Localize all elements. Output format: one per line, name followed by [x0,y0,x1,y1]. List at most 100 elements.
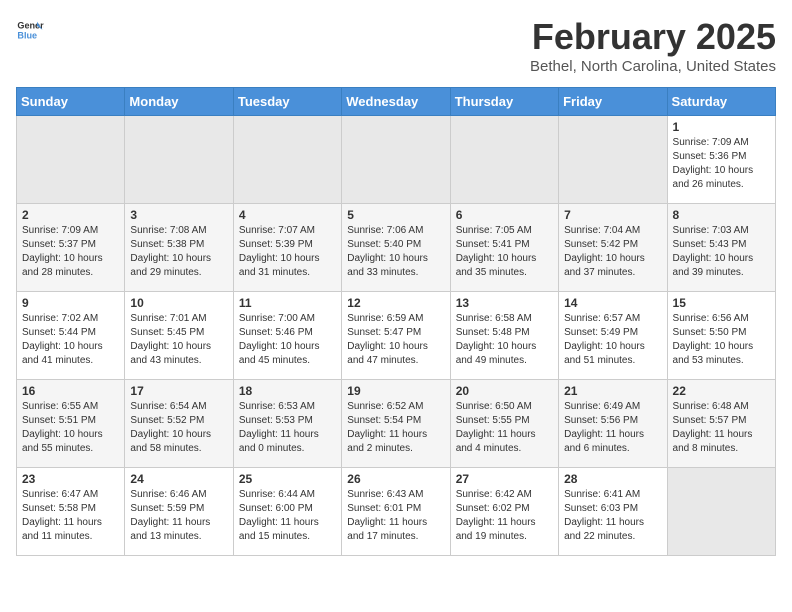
header: General Blue February 2025 Bethel, North… [16,16,776,75]
day-info: Sunrise: 6:44 AM Sunset: 6:00 PM Dayligh… [239,488,336,544]
calendar-cell: 28Sunrise: 6:41 AM Sunset: 6:03 PM Dayli… [559,468,667,556]
calendar-cell [233,116,341,204]
calendar-cell: 6 Sunrise: 7:05 AM Sunset: 5:41 PM Daylig… [450,204,558,292]
calendar-cell: 11 Sunrise: 7:00 AM Sunset: 5:46 PM Dayli… [233,292,341,380]
day-info: Sunrise: 6:55 AM Sunset: 5:51 PM Dayligh… [22,400,119,456]
calendar-cell [450,116,558,204]
day-info: Sunrise: 6:52 AM Sunset: 5:54 PM Dayligh… [347,400,444,456]
calendar-cell: 10 Sunrise: 7:01 AM Sunset: 5:45 PM Dayli… [125,292,233,380]
day-info: Sunrise: 7:06 AM Sunset: 5:40 PM Dayligh… [347,224,444,280]
day-number: 12 [347,296,444,310]
day-number: 7 [564,208,661,222]
calendar-week-4: 16 Sunrise: 6:55 AM Sunset: 5:51 PM Dayli… [17,380,776,468]
day-number: 13 [456,296,553,310]
day-number: 15 [673,296,770,310]
calendar-week-2: 2 Sunrise: 7:09 AM Sunset: 5:37 PM Daylig… [17,204,776,292]
weekday-header-wednesday: Wednesday [342,88,450,116]
calendar-cell: 7 Sunrise: 7:04 AM Sunset: 5:42 PM Daylig… [559,204,667,292]
day-number: 25 [239,472,336,486]
day-info: Sunrise: 6:58 AM Sunset: 5:48 PM Dayligh… [456,312,553,368]
location-title: Bethel, North Carolina, United States [530,58,776,75]
day-info: Sunrise: 6:57 AM Sunset: 5:49 PM Dayligh… [564,312,661,368]
day-number: 3 [130,208,227,222]
weekday-header-sunday: Sunday [17,88,125,116]
day-info: Sunrise: 7:08 AM Sunset: 5:38 PM Dayligh… [130,224,227,280]
day-number: 6 [456,208,553,222]
calendar-cell: 3 Sunrise: 7:08 AM Sunset: 5:38 PM Daylig… [125,204,233,292]
calendar-cell: 23Sunrise: 6:47 AM Sunset: 5:58 PM Dayli… [17,468,125,556]
day-number: 22 [673,384,770,398]
calendar-cell: 21 Sunrise: 6:49 AM Sunset: 5:56 PM Dayli… [559,380,667,468]
day-info: Sunrise: 6:50 AM Sunset: 5:55 PM Dayligh… [456,400,553,456]
day-number: 14 [564,296,661,310]
weekday-header-saturday: Saturday [667,88,775,116]
weekday-header-monday: Monday [125,88,233,116]
day-number: 21 [564,384,661,398]
calendar-cell: 22Sunrise: 6:48 AM Sunset: 5:57 PM Dayli… [667,380,775,468]
day-number: 10 [130,296,227,310]
weekday-header-thursday: Thursday [450,88,558,116]
calendar-cell: 5 Sunrise: 7:06 AM Sunset: 5:40 PM Daylig… [342,204,450,292]
day-info: Sunrise: 7:09 AM Sunset: 5:36 PM Dayligh… [673,136,770,192]
weekday-header-tuesday: Tuesday [233,88,341,116]
day-number: 16 [22,384,119,398]
day-info: Sunrise: 7:02 AM Sunset: 5:44 PM Dayligh… [22,312,119,368]
calendar-cell: 20Sunrise: 6:50 AM Sunset: 5:55 PM Dayli… [450,380,558,468]
day-info: Sunrise: 6:43 AM Sunset: 6:01 PM Dayligh… [347,488,444,544]
logo-icon: General Blue [16,16,44,44]
day-number: 5 [347,208,444,222]
day-number: 26 [347,472,444,486]
calendar-cell: 1 Sunrise: 7:09 AM Sunset: 5:36 PM Daylig… [667,116,775,204]
day-info: Sunrise: 7:09 AM Sunset: 5:37 PM Dayligh… [22,224,119,280]
day-number: 2 [22,208,119,222]
day-number: 17 [130,384,227,398]
calendar-cell: 25 Sunrise: 6:44 AM Sunset: 6:00 PM Dayli… [233,468,341,556]
title-area: February 2025 Bethel, North Carolina, Un… [530,16,776,75]
calendar-cell: 13 Sunrise: 6:58 AM Sunset: 5:48 PM Dayli… [450,292,558,380]
svg-text:Blue: Blue [17,30,37,40]
weekday-header-row: SundayMondayTuesdayWednesdayThursdayFrid… [17,88,776,116]
day-number: 27 [456,472,553,486]
calendar-cell [17,116,125,204]
month-title: February 2025 [530,16,776,58]
day-number: 9 [22,296,119,310]
calendar-cell: 14 Sunrise: 6:57 AM Sunset: 5:49 PM Dayli… [559,292,667,380]
day-info: Sunrise: 7:04 AM Sunset: 5:42 PM Dayligh… [564,224,661,280]
day-info: Sunrise: 6:54 AM Sunset: 5:52 PM Dayligh… [130,400,227,456]
weekday-header-friday: Friday [559,88,667,116]
calendar-cell: 27Sunrise: 6:42 AM Sunset: 6:02 PM Dayli… [450,468,558,556]
calendar-cell [342,116,450,204]
calendar-cell: 2 Sunrise: 7:09 AM Sunset: 5:37 PM Daylig… [17,204,125,292]
calendar-cell: 4 Sunrise: 7:07 AM Sunset: 5:39 PM Daylig… [233,204,341,292]
day-info: Sunrise: 6:46 AM Sunset: 5:59 PM Dayligh… [130,488,227,544]
day-info: Sunrise: 7:05 AM Sunset: 5:41 PM Dayligh… [456,224,553,280]
day-info: Sunrise: 7:07 AM Sunset: 5:39 PM Dayligh… [239,224,336,280]
day-info: Sunrise: 6:47 AM Sunset: 5:58 PM Dayligh… [22,488,119,544]
day-info: Sunrise: 7:03 AM Sunset: 5:43 PM Dayligh… [673,224,770,280]
calendar-week-5: 23Sunrise: 6:47 AM Sunset: 5:58 PM Dayli… [17,468,776,556]
calendar-cell: 12 Sunrise: 6:59 AM Sunset: 5:47 PM Dayli… [342,292,450,380]
calendar-cell [125,116,233,204]
day-number: 4 [239,208,336,222]
day-info: Sunrise: 6:53 AM Sunset: 5:53 PM Dayligh… [239,400,336,456]
day-info: Sunrise: 6:49 AM Sunset: 5:56 PM Dayligh… [564,400,661,456]
calendar-week-1: 1 Sunrise: 7:09 AM Sunset: 5:36 PM Daylig… [17,116,776,204]
day-number: 11 [239,296,336,310]
calendar-cell: 16 Sunrise: 6:55 AM Sunset: 5:51 PM Dayli… [17,380,125,468]
calendar-cell: 17 Sunrise: 6:54 AM Sunset: 5:52 PM Dayli… [125,380,233,468]
day-number: 28 [564,472,661,486]
calendar-cell: 8Sunrise: 7:03 AM Sunset: 5:43 PM Daylig… [667,204,775,292]
day-info: Sunrise: 6:56 AM Sunset: 5:50 PM Dayligh… [673,312,770,368]
day-number: 1 [673,120,770,134]
calendar-cell: 9 Sunrise: 7:02 AM Sunset: 5:44 PM Daylig… [17,292,125,380]
day-info: Sunrise: 7:00 AM Sunset: 5:46 PM Dayligh… [239,312,336,368]
calendar-table: SundayMondayTuesdayWednesdayThursdayFrid… [16,87,776,556]
calendar-cell: 19 Sunrise: 6:52 AM Sunset: 5:54 PM Dayli… [342,380,450,468]
calendar-week-3: 9 Sunrise: 7:02 AM Sunset: 5:44 PM Daylig… [17,292,776,380]
day-number: 24 [130,472,227,486]
day-info: Sunrise: 7:01 AM Sunset: 5:45 PM Dayligh… [130,312,227,368]
day-info: Sunrise: 6:59 AM Sunset: 5:47 PM Dayligh… [347,312,444,368]
calendar-cell [667,468,775,556]
day-number: 19 [347,384,444,398]
calendar-cell [559,116,667,204]
